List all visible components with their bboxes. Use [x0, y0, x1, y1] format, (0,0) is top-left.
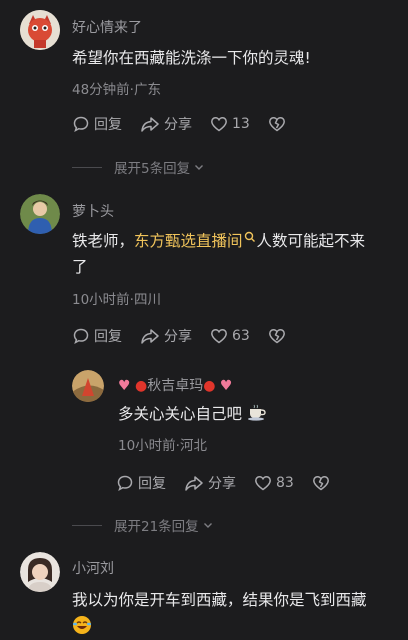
reply-icon [117, 475, 133, 492]
avatar[interactable] [20, 10, 60, 50]
like-count: 63 [232, 328, 250, 344]
dislike-button[interactable] [268, 327, 290, 345]
comment-item: 萝卜头 铁老师，东方甄选直播间 人数可能起不来 了 10小时前·四川 回复 分享 … [0, 180, 408, 540]
comment-username[interactable]: 萝卜头 [72, 201, 114, 221]
reply-button[interactable]: 回复 [72, 326, 122, 346]
comment-text: 铁老师，东方甄选直播间 人数可能起不来 了 [72, 228, 402, 280]
comment-text: 希望你在西藏能洗涤一下你的灵魂! [72, 49, 311, 67]
reply-username-text: 秋吉卓玛 [147, 378, 204, 394]
reply-actions: 回复 分享 83 [116, 473, 352, 493]
heart-icon [211, 329, 227, 344]
like-button[interactable]: 13 [210, 115, 250, 133]
like-count: 13 [232, 116, 250, 132]
comment-text-suffix: 人数可能起不来 [256, 232, 366, 250]
reply-icon [73, 328, 89, 345]
tulip-icon: ♥ [219, 378, 233, 394]
comment-meta: 48分钟前·广东 [72, 82, 161, 98]
broken-heart-icon [268, 329, 285, 344]
expand-label: 展开5条回复 [114, 161, 191, 177]
laughing-emoji-icon [73, 616, 91, 634]
divider-line [72, 524, 102, 526]
comment-meta: 10小时前·四川 [72, 292, 161, 308]
tulip-icon: ♥ [118, 378, 131, 394]
broken-heart-icon [268, 117, 285, 132]
like-button[interactable]: 63 [210, 327, 250, 345]
comment-actions: 回复 分享 63 [72, 326, 308, 346]
chevron-down-icon [195, 165, 204, 170]
share-label: 分享 [164, 117, 192, 133]
like-count: 83 [276, 475, 294, 491]
avatar[interactable] [20, 552, 60, 592]
share-icon [141, 329, 159, 344]
comment-item: 好心情来了 希望你在西藏能洗涤一下你的灵魂! 48分钟前·广东 回复 分享 13… [0, 0, 408, 180]
expand-label: 展开21条回复 [114, 519, 199, 535]
reply-text-content: 多关心关心自己吧 [118, 405, 243, 423]
like-button[interactable]: 83 [254, 474, 294, 492]
comment-text-content: 我以为你是开车到西藏，结果你是飞到西藏 [72, 591, 367, 609]
reply-label: 回复 [94, 329, 122, 345]
reply-icon [73, 116, 89, 133]
share-label: 分享 [164, 329, 192, 345]
reply-button[interactable]: 回复 [116, 473, 166, 493]
heart-icon [255, 476, 271, 491]
comment-actions: 回复 分享 13 [72, 114, 308, 134]
avatar[interactable] [20, 194, 60, 234]
comment-text-line2: 了 [72, 258, 88, 276]
search-icon[interactable] [244, 231, 256, 243]
expand-replies-button[interactable]: 展开5条回复 [72, 157, 205, 177]
chevron-down-icon [203, 523, 212, 528]
coffee-icon [247, 404, 266, 421]
share-icon [141, 117, 159, 132]
share-button[interactable]: 分享 [140, 326, 192, 346]
comment-username[interactable]: 好心情来了 [72, 17, 142, 37]
search-link[interactable]: 东方甄选直播间 [134, 232, 243, 250]
comment-item: 小河刘 我以为你是开车到西藏，结果你是飞到西藏 [0, 540, 408, 640]
dislike-button[interactable] [268, 115, 290, 133]
share-icon [185, 476, 203, 491]
share-button[interactable]: 分享 [184, 473, 236, 493]
reply-label: 回复 [138, 476, 166, 492]
reply-meta: 10小时前·河北 [118, 438, 207, 454]
comment-username[interactable]: 小河刘 [72, 558, 114, 578]
broken-heart-icon [312, 476, 329, 491]
reply-username[interactable]: ♥ ●秋吉卓玛● ♥ [118, 375, 232, 395]
divider-line [72, 166, 102, 168]
heart-icon [211, 117, 227, 132]
comment-text-prefix: 铁老师， [72, 232, 135, 250]
reply-text: 多关心关心自己吧 [118, 401, 267, 427]
reply-label: 回复 [94, 117, 122, 133]
share-label: 分享 [208, 476, 236, 492]
comment-text: 我以为你是开车到西藏，结果你是飞到西藏 [72, 587, 402, 639]
apple-icon: ● [203, 378, 216, 394]
reply-button[interactable]: 回复 [72, 114, 122, 134]
avatar[interactable] [72, 370, 104, 402]
apple-icon: ● [135, 378, 148, 394]
dislike-button[interactable] [312, 474, 334, 492]
expand-replies-button[interactable]: 展开21条回复 [72, 515, 214, 535]
share-button[interactable]: 分享 [140, 114, 192, 134]
